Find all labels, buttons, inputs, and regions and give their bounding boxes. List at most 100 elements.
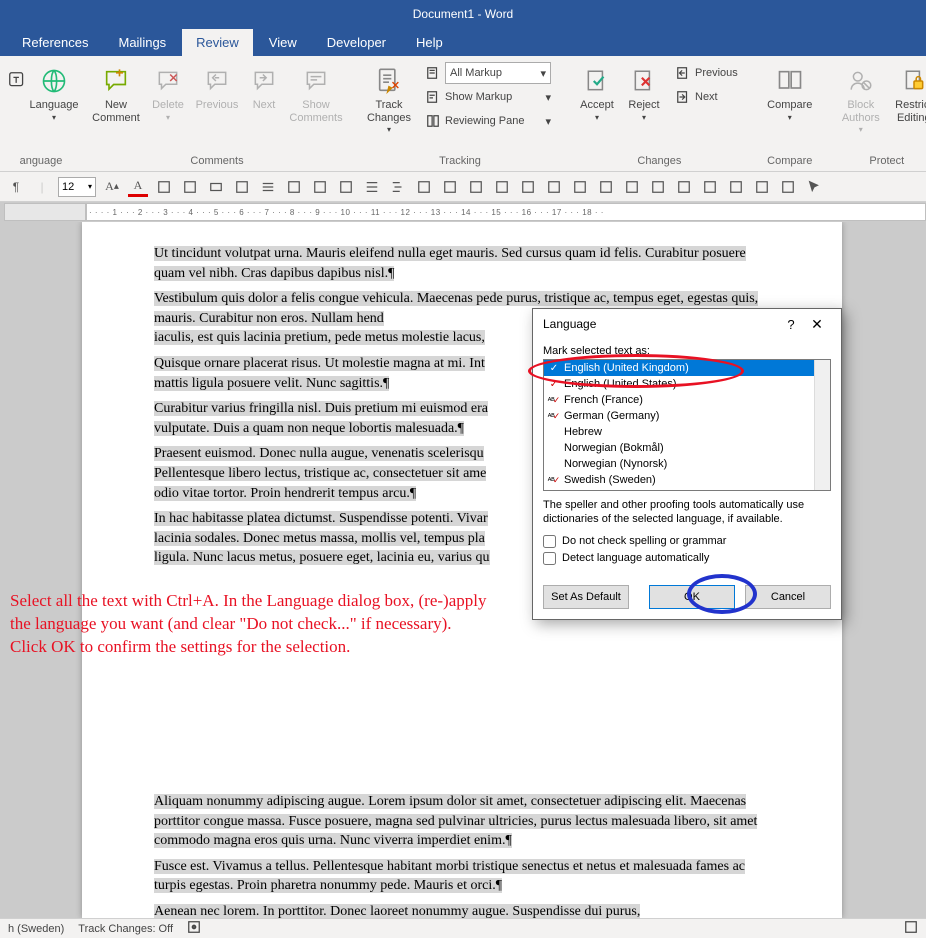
selected-text[interactable]: Pellentesque libero lectus, tristique ac… <box>154 466 486 481</box>
toolbar-icon[interactable] <box>310 177 330 197</box>
selected-text[interactable]: odio vitae tortor. Proin hendrerit tempu… <box>154 486 416 501</box>
tab-references[interactable]: References <box>8 29 102 56</box>
block-authors-button[interactable]: Block Authors ▾ <box>835 60 887 140</box>
selected-text[interactable]: vulputate. Duis a quam non neque loborti… <box>154 421 464 436</box>
language-item-nn[interactable]: Norwegian (Nynorsk) <box>544 456 814 472</box>
show-markup-button[interactable]: Show Markup ▾ <box>418 86 558 108</box>
toolbar-icon[interactable] <box>180 177 200 197</box>
set-as-default-button[interactable]: Set As Default <box>543 585 629 609</box>
close-icon[interactable]: ✕ <box>803 316 831 333</box>
toolbar-icon[interactable] <box>518 177 538 197</box>
accept-button[interactable]: Accept ▾ <box>574 60 620 140</box>
toolbar-icon[interactable] <box>440 177 460 197</box>
markup-icon <box>425 65 441 81</box>
status-track-changes[interactable]: Track Changes: Off <box>78 923 173 935</box>
language-listbox[interactable]: English (United Kingdom) English (United… <box>543 359 831 491</box>
tab-view[interactable]: View <box>255 29 311 56</box>
toolbar-icon[interactable] <box>284 177 304 197</box>
status-focus-icon[interactable] <box>904 920 918 937</box>
reject-button[interactable]: Reject ▾ <box>622 60 666 140</box>
tab-help[interactable]: Help <box>402 29 457 56</box>
cursor-icon[interactable] <box>804 177 824 197</box>
tab-review[interactable]: Review <box>182 29 253 56</box>
language-item-fr[interactable]: French (France) <box>544 392 814 408</box>
new-comment-button[interactable]: New Comment <box>88 60 144 140</box>
cancel-button[interactable]: Cancel <box>745 585 831 609</box>
toolbar-icon[interactable] <box>232 177 252 197</box>
language-item-de[interactable]: German (Germany) <box>544 408 814 424</box>
next-comment-button[interactable]: Next <box>244 60 284 140</box>
toolbar-icon[interactable] <box>206 177 226 197</box>
selected-text[interactable]: Quisque ornare placerat risus. Ut molest… <box>154 356 485 371</box>
help-icon[interactable]: ? <box>779 317 803 332</box>
toolbar-icon[interactable] <box>362 177 382 197</box>
toolbar-icon[interactable] <box>726 177 746 197</box>
checkbox-input[interactable] <box>543 535 556 548</box>
toolbar-icon[interactable] <box>778 177 798 197</box>
selected-text[interactable]: Aenean nec lorem. In porttitor. Donec la… <box>154 904 640 918</box>
dialog-titlebar[interactable]: Language ? ✕ <box>533 309 841 339</box>
selected-text[interactable]: Curabitur varius fringilla nisl. Duis pr… <box>154 401 488 416</box>
ok-button[interactable]: OK <box>649 585 735 609</box>
selected-text[interactable]: ligula. Nunc lacus metus, posuere eget, … <box>154 550 490 565</box>
restrict-editing-button[interactable]: Restrict Editing <box>889 60 926 140</box>
do-not-check-checkbox[interactable]: Do not check spelling or grammar <box>543 535 831 548</box>
selected-text[interactable]: Aliquam nonummy adipiscing augue. Lorem … <box>154 794 757 848</box>
font-size-combo[interactable]: 12▾ <box>58 177 96 197</box>
toolbar-icon[interactable] <box>258 177 278 197</box>
toolbar-icon[interactable] <box>492 177 512 197</box>
toolbar-icon[interactable] <box>752 177 772 197</box>
language-item-sv[interactable]: Swedish (Sweden) <box>544 472 814 488</box>
toolbar-icon[interactable] <box>700 177 720 197</box>
next-change-button[interactable]: Next <box>668 86 745 108</box>
track-changes-button[interactable]: Track Changes ▾ <box>362 60 416 140</box>
language-item-en-uk[interactable]: English (United Kingdom) <box>544 360 814 376</box>
compare-button[interactable]: Compare ▾ <box>761 60 819 140</box>
checkbox-input[interactable] <box>543 552 556 565</box>
selected-text[interactable]: Ut tincidunt volutpat urna. Mauris eleif… <box>154 246 746 281</box>
status-macro-icon[interactable] <box>187 920 201 937</box>
selected-text[interactable]: In hac habitasse platea dictumst. Suspen… <box>154 511 488 526</box>
status-language[interactable]: h (Sweden) <box>8 923 64 935</box>
tab-mailings[interactable]: Mailings <box>104 29 180 56</box>
toolbar-icon[interactable] <box>622 177 642 197</box>
translate-button-partial[interactable] <box>6 60 30 140</box>
grow-font-icon[interactable]: A▴ <box>102 177 122 197</box>
selected-text[interactable]: lacinia sodales. Donec metus massa, moll… <box>154 531 485 546</box>
toolbar-icon[interactable] <box>154 177 174 197</box>
group-label-comments: Comments <box>88 153 346 171</box>
delete-comment-button[interactable]: Delete ▾ <box>146 60 190 140</box>
toolbar-icon[interactable] <box>388 177 408 197</box>
selected-text[interactable]: Fusce est. Vivamus a tellus. Pellentesqu… <box>154 859 745 894</box>
language-button[interactable]: Language ▾ <box>32 60 76 140</box>
toolbar-icon[interactable] <box>336 177 356 197</box>
toolbar-icon[interactable] <box>674 177 694 197</box>
selected-text[interactable]: iaculis, est quis lacinia pretium, pede … <box>154 330 485 345</box>
reviewing-pane-button[interactable]: Reviewing Pane ▾ <box>418 110 558 132</box>
chevron-down-icon: ▾ <box>642 113 646 122</box>
toolbar-icon[interactable] <box>544 177 564 197</box>
new-comment-label: New Comment <box>92 99 140 124</box>
next-change-label: Next <box>695 91 718 103</box>
detect-language-checkbox[interactable]: Detect language automatically <box>543 552 831 565</box>
toolbar-icon[interactable] <box>648 177 668 197</box>
toolbar-icon[interactable] <box>466 177 486 197</box>
previous-change-button[interactable]: Previous <box>668 62 745 84</box>
font-color-icon[interactable]: A <box>128 177 148 197</box>
toolbar-icon[interactable] <box>414 177 434 197</box>
tab-developer[interactable]: Developer <box>313 29 400 56</box>
annotation-text: Select all the text with Ctrl+A. In the … <box>10 590 490 659</box>
toolbar-icon[interactable] <box>570 177 590 197</box>
toolbar-icon[interactable] <box>596 177 616 197</box>
selected-text[interactable]: Praesent euismod. Donec nulla augue, ven… <box>154 446 484 461</box>
show-comments-button[interactable]: Show Comments <box>286 60 346 140</box>
paragraph-marks-icon[interactable]: ¶ <box>6 177 26 197</box>
horizontal-ruler[interactable]: · · · · 1 · · · 2 · · · 3 · · · 4 · · · … <box>86 203 926 221</box>
display-for-review-combo[interactable]: All Markup▾ <box>418 62 558 84</box>
previous-comment-button[interactable]: Previous <box>192 60 242 140</box>
language-item-en-us[interactable]: English (United States) <box>544 376 814 392</box>
language-item-he[interactable]: Hebrew <box>544 424 814 440</box>
language-item-nb[interactable]: Norwegian (Bokmål) <box>544 440 814 456</box>
listbox-scrollbar[interactable] <box>814 360 830 490</box>
selected-text[interactable]: mattis ligula posuere velit. Nunc sagitt… <box>154 376 389 391</box>
